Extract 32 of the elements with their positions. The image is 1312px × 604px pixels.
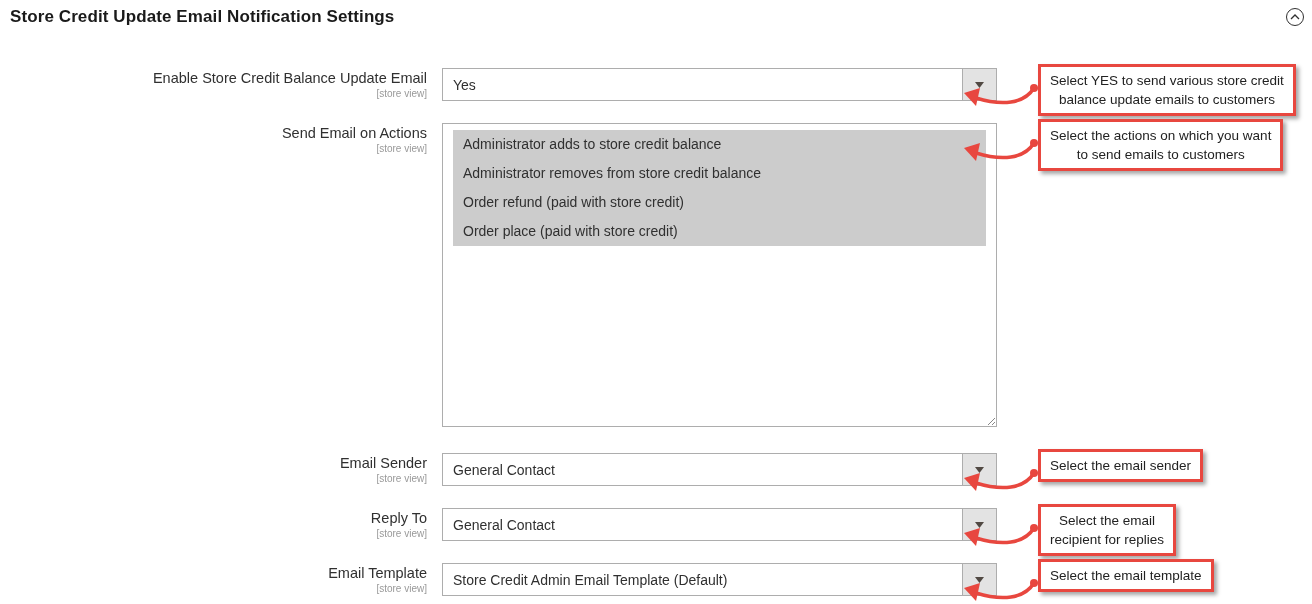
- section-title: Store Credit Update Email Notification Settings: [10, 7, 395, 27]
- list-option[interactable]: Administrator adds to store credit balance: [453, 130, 986, 159]
- caret-icon: [975, 521, 984, 528]
- callout-note: Select the email sender: [1038, 449, 1204, 482]
- field-label: Send Email on Actions: [281, 124, 427, 142]
- field-label: Enable Store Credit Balance Update Email: [152, 69, 427, 87]
- field-label: Reply To: [370, 509, 427, 527]
- resize-handle-icon[interactable]: [987, 417, 995, 425]
- scope-label: [store view]: [376, 583, 427, 594]
- dropdown[interactable]: Yes: [442, 68, 997, 101]
- caret-icon: [975, 81, 984, 88]
- scope-label: [store view]: [376, 143, 427, 154]
- scope-label: [store view]: [376, 473, 427, 484]
- callout-note: Select the actions on which you want to send emails to customers: [1038, 119, 1284, 171]
- dropdown[interactable]: General Contact: [442, 508, 997, 541]
- list-option[interactable]: Order refund (paid with store credit): [453, 188, 986, 217]
- scope-label: [store view]: [376, 528, 427, 539]
- caret-icon: [975, 466, 984, 473]
- callout-note: Select the email template: [1038, 559, 1214, 592]
- list-option[interactable]: Administrator removes from store credit balance: [453, 159, 986, 188]
- dropdown[interactable]: General Contact: [442, 453, 997, 486]
- callout-note: Select YES to send various store credit balance update emails to customers: [1038, 64, 1296, 116]
- list-option[interactable]: Order place (paid with store credit): [453, 217, 986, 246]
- multiselect-list[interactable]: Administrator adds to store credit balance Administrator removes from store credit balance Order refund (paid with store credit) Order place (paid with store credit): [442, 123, 997, 427]
- chevron-icon: [1290, 14, 1300, 20]
- field-label: Email Sender: [339, 454, 427, 472]
- field-label: Email Template: [328, 564, 427, 582]
- dropdown[interactable]: Store Credit Admin Email Template (Default): [442, 563, 997, 596]
- caret-icon: [975, 576, 984, 583]
- scope-label: [store view]: [376, 88, 427, 99]
- callout-note: Select the email recipient for replies: [1038, 504, 1177, 556]
- collapse-button[interactable]: [1286, 8, 1304, 26]
